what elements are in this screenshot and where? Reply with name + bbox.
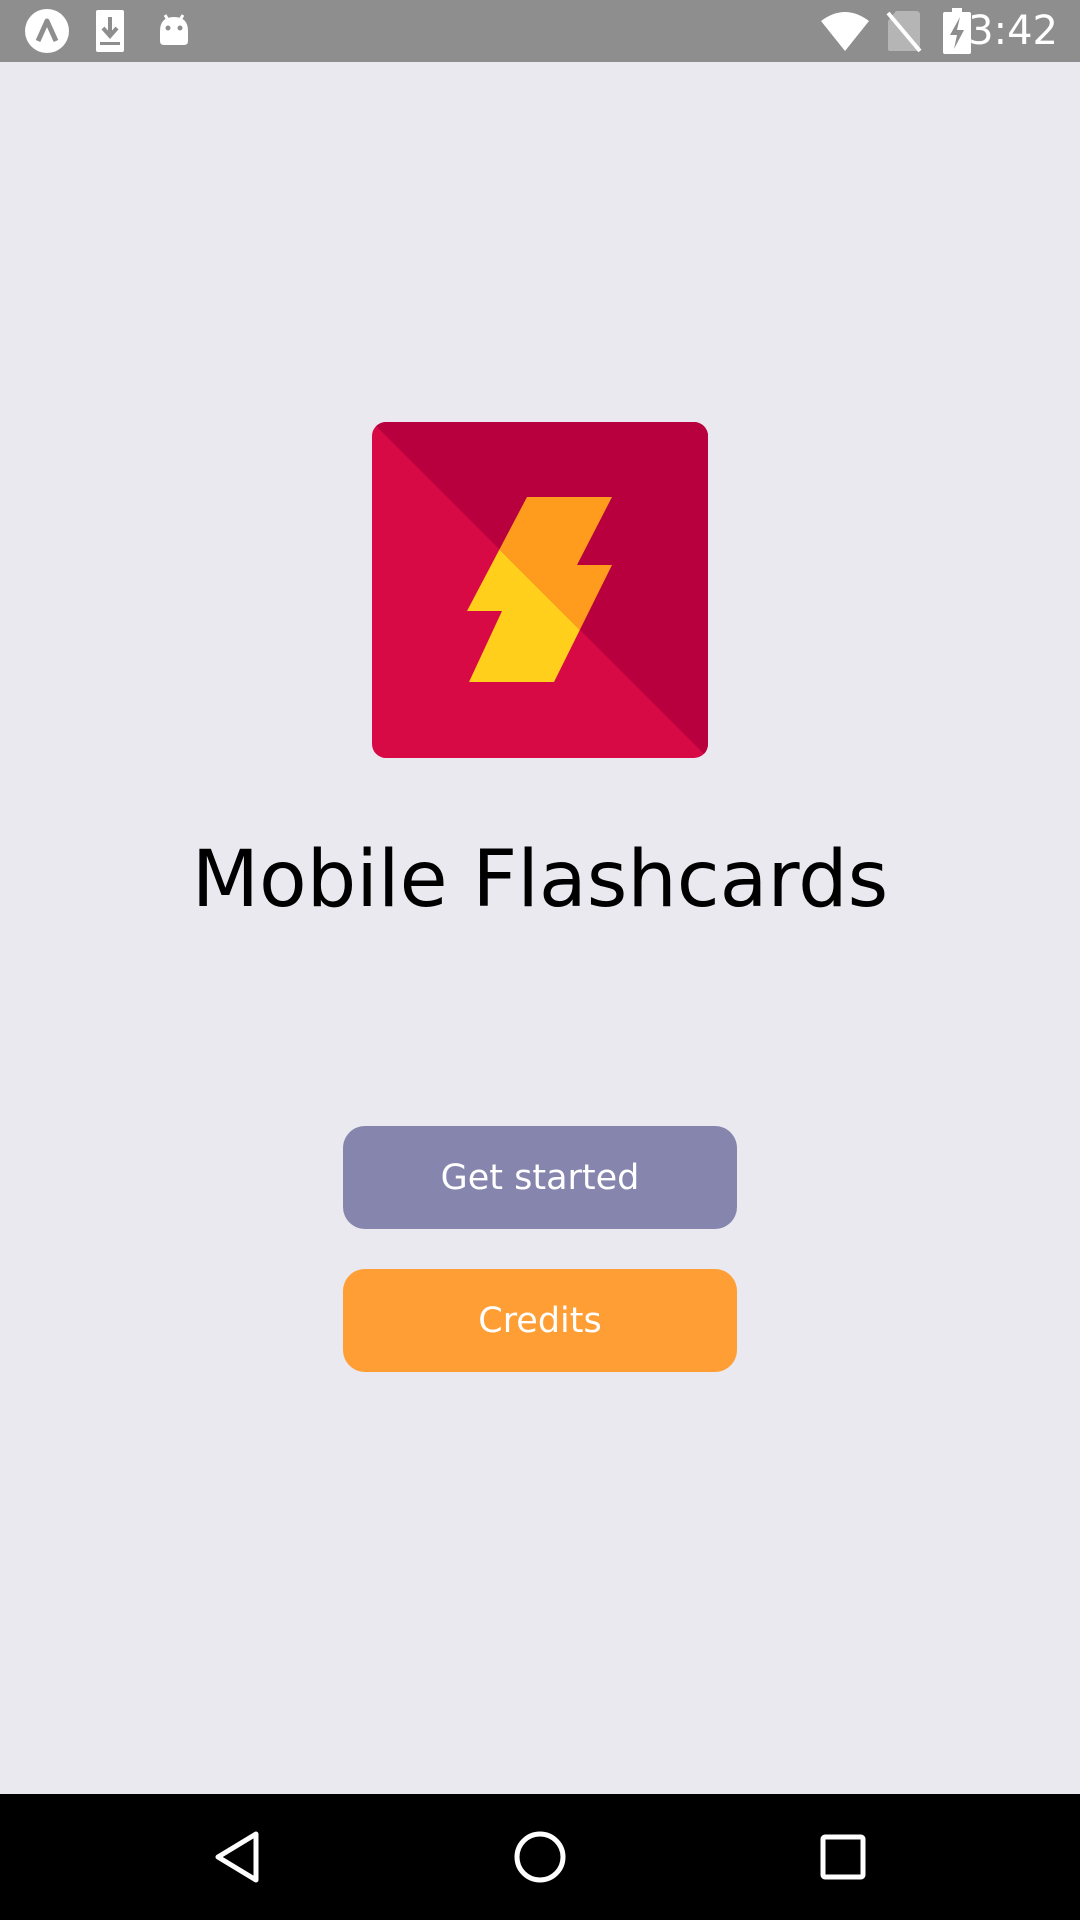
home-icon[interactable] <box>480 1794 600 1920</box>
app-title: Mobile Flashcards <box>191 835 889 925</box>
lightning-bolt-logo <box>372 422 708 758</box>
status-bar: 3:42 <box>0 0 1080 62</box>
recents-icon[interactable] <box>783 1794 903 1920</box>
android-icon <box>154 0 194 62</box>
app-notification-icon <box>22 0 72 62</box>
credits-button[interactable]: Credits <box>343 1269 737 1372</box>
app-logo <box>372 422 708 758</box>
wifi-icon <box>820 0 870 62</box>
get-started-button[interactable]: Get started <box>343 1126 737 1229</box>
download-icon <box>92 0 128 62</box>
status-time: 3:42 <box>968 8 1058 54</box>
no-sim-icon <box>884 0 924 62</box>
screen: 3:42 Mobile Flashcards Get started Credi… <box>0 0 1080 1920</box>
back-icon[interactable] <box>177 1794 297 1920</box>
navigation-bar <box>0 1794 1080 1920</box>
